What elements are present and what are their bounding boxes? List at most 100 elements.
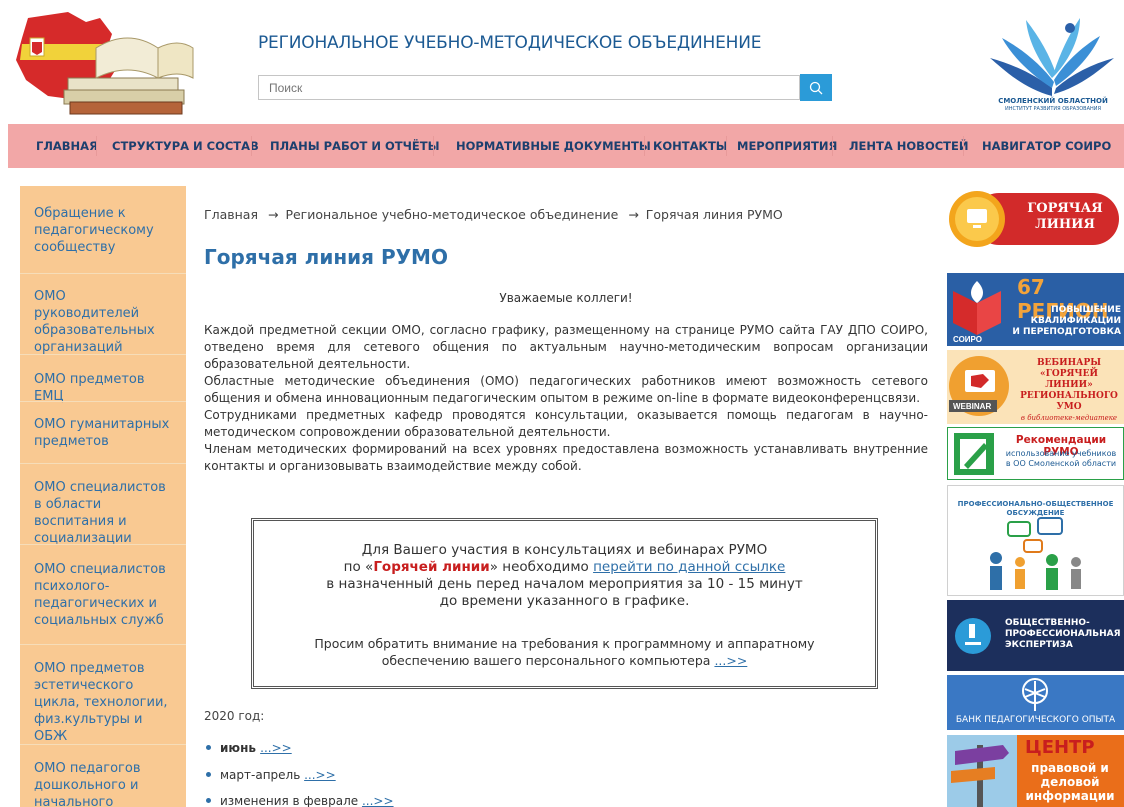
- nav-separator: [433, 136, 434, 156]
- nav-item-news[interactable]: ЛЕНТА НОВОСТЕЙ: [849, 139, 969, 153]
- search-input[interactable]: [258, 75, 800, 100]
- nav-separator: [832, 136, 833, 156]
- main-nav: ГЛАВНАЯ СТРУКТУРА И СОСТАВ ПЛАНЫ РАБОТ И…: [8, 124, 1124, 168]
- discussion-banner[interactable]: ПРОФЕССИОНАЛЬНО-ОБЩЕСТВЕННОЕ ОБСУЖДЕНИЕ: [947, 485, 1124, 596]
- logo-caption: СМОЛЕНСКИЙ ОБЛАСТНОЙ: [998, 97, 1108, 105]
- expertise-banner[interactable]: ОБЩЕСТВЕННО- ПРОФЕССИОНАЛЬНАЯ ЭКСПЕРТИЗА: [947, 600, 1124, 671]
- site-logo[interactable]: [8, 8, 198, 120]
- nav-separator: [96, 136, 97, 156]
- breadcrumb-arrow: →: [628, 207, 639, 222]
- legal-center-banner[interactable]: ЦЕНТР правовой и деловой информации: [947, 735, 1124, 807]
- sidebar-divider: [20, 463, 186, 464]
- sidebar-item-aesthetic[interactable]: ОМО предметов эстетического цикла, техно…: [20, 660, 186, 745]
- nav-item-contacts[interactable]: КОНТАКТЫ: [653, 139, 728, 153]
- banner-title: ЦЕНТР: [1025, 737, 1095, 758]
- sidebar-item-upbringing[interactable]: ОМО специалистов в области воспитания и …: [20, 479, 186, 547]
- sidebar-divider: [20, 644, 186, 645]
- list-item-link[interactable]: ...>>: [260, 741, 292, 755]
- microscope-icon: [955, 618, 991, 654]
- notice-text-fragment: по «: [343, 559, 374, 575]
- paragraph: Каждой предметной секции ОМО, согласно г…: [204, 323, 928, 371]
- banner-text: правовой и: [1031, 761, 1109, 775]
- nav-separator: [726, 136, 727, 156]
- banner-text: использование учебников: [1005, 449, 1117, 458]
- sidebar-divider: [20, 273, 186, 274]
- banner-text: ГОРЯЧАЯ: [1027, 201, 1103, 216]
- nav-item-events[interactable]: МЕРОПРИЯТИЯ: [737, 139, 837, 153]
- paragraph: Сотрудниками предметных кафедр проводятс…: [204, 408, 928, 439]
- sidebar-item-preschool[interactable]: ОМО педагогов дошкольного и начального о…: [20, 760, 186, 807]
- bullet-icon: [206, 798, 211, 803]
- banner-text: в библиотеке-медиатеке: [1020, 414, 1118, 422]
- nav-item-navigator[interactable]: НАВИГАТОР СОИРО: [982, 139, 1111, 153]
- sidebar-divider: [20, 544, 186, 545]
- list-item: июнь ...>>: [206, 741, 292, 755]
- nav-separator: [644, 136, 645, 156]
- notice-box: Для Вашего участия в консультациях и веб…: [251, 518, 878, 689]
- sidebar-divider: [20, 401, 186, 402]
- notice-line: по «Горячей линии» необходимо перейти по…: [254, 559, 875, 576]
- region67-banner[interactable]: 67 РЕГИОН ПОВЫШЕНИЕ КВАЛИФИКАЦИИ И ПЕРЕП…: [947, 273, 1124, 346]
- notice-line: до времени указанного в графике.: [439, 593, 690, 609]
- logo-subcaption: ИНСТИТУТ РАЗВИТИЯ ОБРАЗОВАНИЯ: [1005, 106, 1101, 112]
- site-title: РЕГИОНАЛЬНОЕ УЧЕБНО-МЕТОДИЧЕСКОЕ ОБЪЕДИН…: [258, 33, 762, 53]
- paragraph: Областные методические объединения (ОМО)…: [204, 374, 928, 405]
- sidebar-divider: [20, 744, 186, 745]
- banner-text: деловой: [1040, 775, 1100, 789]
- header: РЕГИОНАЛЬНОЕ УЧЕБНО-МЕТОДИЧЕСКОЕ ОБЪЕДИН…: [0, 0, 1124, 124]
- document-pen-icon: [954, 433, 994, 475]
- banner-text: ПРОФЕССИОНАЛЬНАЯ: [1005, 629, 1121, 639]
- breadcrumb-section[interactable]: Региональное учебно-методическое объедин…: [285, 207, 618, 222]
- sidebar-item-humanities[interactable]: ОМО гуманитарных предметов: [20, 416, 186, 450]
- tree-icon: [1022, 678, 1048, 711]
- banner-text: в ОО Смоленской области: [1005, 459, 1117, 468]
- webinar-banner[interactable]: WEBINAR ВЕБИНАРЫ «ГОРЯЧЕЙ ЛИНИИ» РЕГИОНА…: [947, 350, 1124, 424]
- banner-text: БАНК ПЕДАГОГИЧЕСКОГО ОПЫТА: [955, 715, 1116, 725]
- banner-text: И ПЕРЕПОДГОТОВКА: [1012, 327, 1121, 337]
- nav-item-structure[interactable]: СТРУКТУРА И СОСТАВ: [112, 139, 259, 153]
- breadcrumb-arrow: →: [267, 207, 279, 222]
- banner-text: УМО: [1056, 402, 1082, 412]
- list-item-text: март-апрель: [220, 768, 305, 782]
- search-icon: [809, 81, 823, 94]
- experience-bank-banner[interactable]: БАНК ПЕДАГОГИЧЕСКОГО ОПЫТА: [947, 675, 1124, 730]
- list-item-link[interactable]: ...>>: [362, 794, 394, 807]
- page-title: Горячая линия РУМО: [204, 245, 448, 269]
- banner-text: «ГОРЯЧЕЙ ЛИНИИ»: [1040, 369, 1098, 390]
- bullet-icon: [206, 772, 211, 777]
- nav-item-home[interactable]: ГЛАВНАЯ: [36, 139, 98, 153]
- year-label: 2020 год:: [204, 709, 265, 723]
- search-button[interactable]: [800, 74, 832, 101]
- list-item-text: июнь: [220, 741, 261, 755]
- nav-item-plans[interactable]: ПЛАНЫ РАБОТ И ОТЧЁТЫ: [270, 139, 440, 153]
- sidebar: Обращение к педагогическому сообществу О…: [20, 186, 186, 807]
- nav-separator: [963, 136, 964, 156]
- list-item: март-апрель ...>>: [206, 768, 336, 782]
- list-item-text: изменения в феврале: [220, 794, 362, 807]
- breadcrumb-home[interactable]: Главная: [204, 207, 258, 222]
- nav-item-documents[interactable]: НОРМАТИВНЫЕ ДОКУМЕНТЫ: [456, 139, 651, 153]
- notice-line: Просим обратить внимание на требования к…: [314, 636, 815, 651]
- requirements-link[interactable]: ...>>: [714, 653, 747, 668]
- sidebar-item-appeal[interactable]: Обращение к педагогическому сообществу: [20, 205, 186, 256]
- recommendations-banner[interactable]: Рекомендации РУМО использование учебнико…: [947, 427, 1124, 480]
- sidebar-item-leaders[interactable]: ОМО руководителей образовательных органи…: [20, 288, 186, 356]
- people-discussion-icon: [990, 517, 1081, 590]
- banner-text: РЕГИОНАЛЬНОГО: [1020, 391, 1118, 401]
- signpost-icon: [947, 735, 1017, 807]
- notice-requirements: Просим обратить внимание на требования к…: [254, 635, 875, 669]
- sidebar-item-psychology[interactable]: ОМО специалистов психолого-педагогически…: [20, 561, 186, 629]
- banner-text: ПОВЫШЕНИЕ: [1051, 305, 1121, 315]
- list-item-link[interactable]: ...>>: [304, 768, 336, 782]
- hotline-banner[interactable]: ГОРЯЧАЯ ЛИНИЯ: [947, 189, 1124, 249]
- bullet-icon: [206, 745, 211, 750]
- sidebar-item-emc[interactable]: ОМО предметов ЕМЦ: [20, 371, 186, 405]
- webinar-icon: [949, 356, 1009, 416]
- join-link[interactable]: перейти по данной ссылке: [593, 559, 785, 575]
- banner-text: ЭКСПЕРТИЗА: [1005, 640, 1073, 650]
- banner-text: КВАЛИФИКАЦИИ: [1030, 316, 1121, 326]
- notice-line: Для Вашего участия в консультациях и веб…: [361, 542, 768, 558]
- banner-text: информации: [1025, 789, 1115, 803]
- hotline-highlight: Горячей линии: [373, 559, 490, 575]
- breadcrumb: Главная → Региональное учебно-методическ…: [204, 207, 783, 222]
